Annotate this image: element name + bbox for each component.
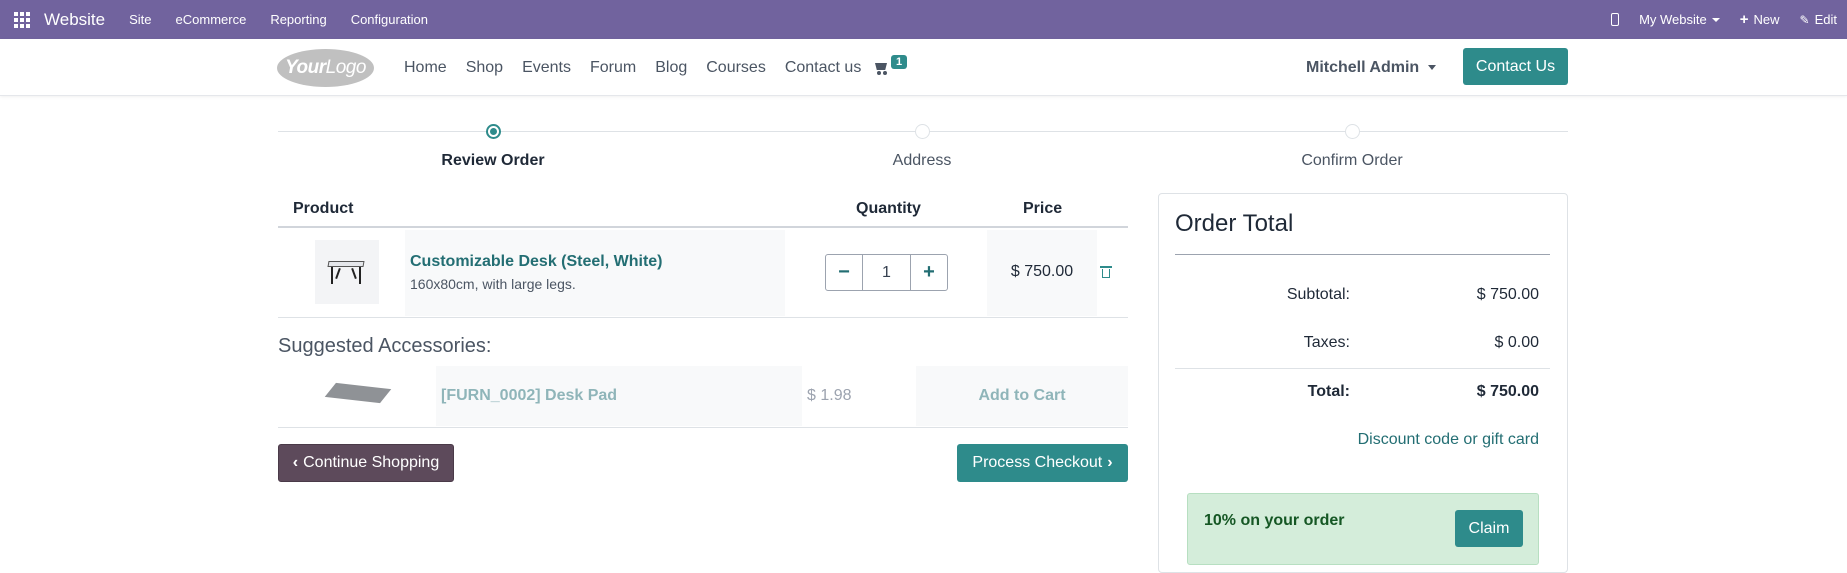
column-header-quantity: Quantity (856, 200, 921, 217)
order-total-title: Order Total (1175, 210, 1294, 237)
website-switcher-label: My Website (1639, 12, 1707, 27)
process-checkout-label: Process Checkout (972, 454, 1103, 471)
total-label: Total: (1307, 383, 1350, 400)
edit-button[interactable]: ✎ Edit (1800, 12, 1837, 27)
admin-navbar: Website Site eCommerce Reporting Configu… (0, 0, 1847, 39)
website-switcher[interactable]: My Website (1639, 12, 1720, 27)
cart-link[interactable]: 1 (873, 55, 908, 75)
quantity-input[interactable]: 1 (863, 254, 910, 291)
chevron-left-icon: ‹ (292, 454, 299, 471)
logo-text-bold: Your (285, 57, 326, 78)
step-confirm-order[interactable]: Confirm Order (1252, 152, 1452, 170)
taxes-label: Taxes: (1303, 334, 1350, 351)
admin-menu-ecommerce[interactable]: eCommerce (176, 12, 247, 27)
nav-contact-us[interactable]: Contact us (785, 59, 861, 77)
column-header-price: Price (1023, 200, 1063, 217)
quantity-stepper: − 1 + (825, 254, 948, 291)
order-total-divider (1175, 254, 1550, 255)
logo-text-light: Logo (325, 57, 367, 78)
column-header-product: Product (293, 200, 354, 217)
accessories-divider (278, 427, 1128, 428)
continue-shopping-button[interactable]: ‹ Continue Shopping (278, 444, 454, 482)
claim-button[interactable]: Claim (1455, 510, 1523, 547)
edit-button-label: Edit (1814, 12, 1837, 27)
table-row-divider (278, 317, 1128, 318)
step-dot-confirm (1345, 124, 1360, 139)
product-cell (405, 230, 785, 316)
step-dot-address (915, 124, 930, 139)
cart-count-badge: 1 (891, 55, 908, 69)
admin-actions: My Website + New ✎ Edit (1611, 0, 1847, 39)
trash-icon[interactable] (1100, 266, 1112, 278)
discount-code-link[interactable]: Discount code or gift card (1200, 431, 1539, 449)
nav-forum[interactable]: Forum (590, 59, 636, 77)
product-image[interactable] (315, 240, 379, 304)
admin-menu-configuration[interactable]: Configuration (351, 12, 428, 27)
plus-icon: + (1739, 11, 1749, 28)
mobile-preview-icon[interactable] (1611, 13, 1620, 26)
accessory-price: $ 1.98 (807, 387, 852, 404)
site-logo[interactable]: YourLogo (277, 49, 374, 87)
caret-down-icon (1711, 17, 1720, 22)
contact-us-button[interactable]: Contact Us (1463, 48, 1568, 85)
increase-quantity-button[interactable]: + (910, 254, 948, 291)
accessory-name-link[interactable]: [FURN_0002] Desk Pad (441, 387, 617, 405)
suggested-accessories-title: Suggested Accessories: (278, 335, 492, 357)
app-brand[interactable]: Website (44, 10, 105, 30)
apps-menu-icon[interactable] (0, 0, 44, 39)
new-button-label: New (1753, 12, 1780, 27)
nav-home[interactable]: Home (404, 59, 447, 77)
admin-menu-reporting[interactable]: Reporting (270, 12, 326, 27)
step-dot-review (486, 124, 501, 139)
chevron-right-icon: › (1107, 454, 1113, 471)
total-value: $ 750.00 (1476, 383, 1539, 400)
continue-shopping-label: Continue Shopping (303, 454, 440, 471)
step-address[interactable]: Address (822, 152, 1022, 170)
nav-shop[interactable]: Shop (466, 59, 503, 77)
table-header-divider (278, 226, 1128, 228)
user-name: Mitchell Admin (1306, 58, 1420, 76)
taxes-value: $ 0.00 (1494, 334, 1539, 351)
website-header: YourLogo Home Shop Events Forum Blog Cou… (0, 39, 1847, 96)
user-menu[interactable]: Mitchell Admin (1306, 39, 1437, 96)
admin-menu-site[interactable]: Site (129, 12, 151, 27)
minus-icon: − (838, 261, 850, 283)
nav-courses[interactable]: Courses (706, 59, 766, 77)
promotion-text: 10% on your order (1204, 512, 1345, 529)
nav-blog[interactable]: Blog (655, 59, 687, 77)
nav-events[interactable]: Events (522, 59, 571, 77)
process-checkout-button[interactable]: Process Checkout › (957, 444, 1128, 482)
new-button[interactable]: + New (1740, 12, 1780, 27)
admin-menu: Site eCommerce Reporting Configuration (129, 12, 452, 27)
shopping-cart-icon (873, 61, 889, 75)
step-review-order: Review Order (441, 152, 545, 169)
accessory-image[interactable] (324, 382, 392, 404)
site-nav: Home Shop Events Forum Blog Courses Cont… (404, 39, 880, 96)
product-description: 160x80cm, with large legs. (410, 276, 576, 292)
product-name-link[interactable]: Customizable Desk (Steel, White) (410, 253, 663, 271)
decrease-quantity-button[interactable]: − (825, 254, 863, 291)
plus-icon: + (923, 261, 935, 283)
subtotal-label: Subtotal: (1286, 286, 1350, 303)
caret-down-icon (1428, 65, 1437, 70)
total-divider (1175, 368, 1550, 369)
pencil-icon: ✎ (1799, 12, 1810, 27)
line-price: $ 750.00 (1010, 263, 1074, 280)
subtotal-value: $ 750.00 (1476, 286, 1539, 303)
add-to-cart-link[interactable]: Add to Cart (916, 387, 1128, 405)
